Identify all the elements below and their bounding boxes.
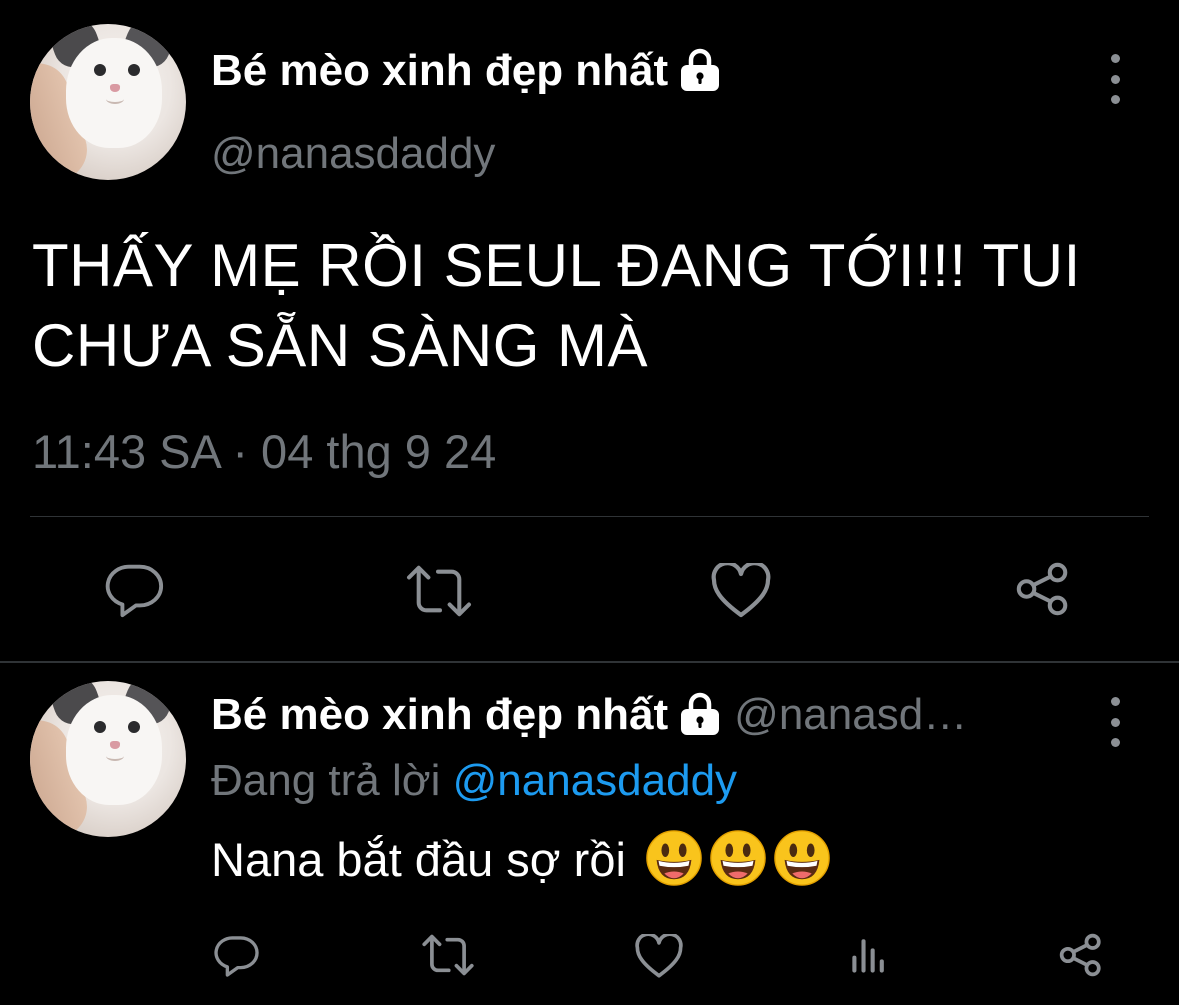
more-options-icon[interactable] [1105, 54, 1125, 104]
views-icon [852, 939, 884, 973]
tweet-separator [0, 661, 1179, 663]
retweet-icon [407, 565, 471, 617]
share-button[interactable] [1012, 558, 1074, 620]
share-icon [1016, 562, 1068, 616]
author-name-row[interactable]: Bé mèo xinh đẹp nhất [211, 46, 724, 97]
retweet-button[interactable] [420, 930, 476, 980]
author-display-name[interactable]: Bé mèo xinh đẹp nhất [211, 46, 668, 95]
like-icon [635, 933, 683, 978]
reply-header: Bé mèo xinh đẹp nhất @nanasd… [211, 690, 967, 741]
grinning-face-icon [645, 829, 703, 887]
replying-to-line: Đang trả lời @nanasdaddy [211, 756, 737, 806]
tweet-thread: Bé mèo xinh đẹp nhất @nanasdaddy THẤY MẸ… [0, 0, 1179, 1005]
lock-icon [676, 689, 724, 737]
reply-icon [214, 936, 259, 977]
reply-author-display-name[interactable]: Bé mèo xinh đẹp nhất [211, 690, 668, 739]
reply-text: Nana bắt đầu sợ rồi [211, 833, 626, 886]
retweet-icon [422, 934, 474, 976]
reply-button[interactable] [212, 930, 262, 980]
reply-author-handle[interactable]: @nanasd… [734, 690, 967, 739]
tweet-text: THẤY MẸ RỒI SEUL ĐANG TỚI!!! TUI CHƯA SẴ… [32, 232, 1081, 379]
reply-text-row: Nana bắt đầu sợ rồi [211, 829, 831, 893]
retweet-button[interactable] [404, 560, 474, 622]
grinning-face-icon [709, 829, 767, 887]
reply-icon [105, 564, 164, 618]
lock-icon [676, 45, 724, 93]
replying-to-mention[interactable]: @nanasdaddy [453, 756, 737, 805]
more-options-icon[interactable] [1105, 697, 1125, 747]
like-button[interactable] [710, 560, 772, 622]
like-icon [711, 563, 771, 618]
share-icon [1059, 933, 1101, 977]
author-handle[interactable]: @nanasdaddy [211, 129, 495, 179]
like-button[interactable] [634, 932, 684, 980]
reply-button[interactable] [104, 558, 166, 620]
tweet-timestamp[interactable]: 11:43 SA · 04 thg 9 24 [32, 424, 496, 479]
views-button[interactable] [846, 932, 892, 978]
replying-to-prefix: Đang trả lời [211, 756, 441, 805]
avatar[interactable] [30, 24, 186, 180]
grinning-face-icon [773, 829, 831, 887]
reply-avatar[interactable] [30, 681, 186, 837]
share-button[interactable] [1056, 930, 1106, 980]
divider [30, 516, 1149, 517]
